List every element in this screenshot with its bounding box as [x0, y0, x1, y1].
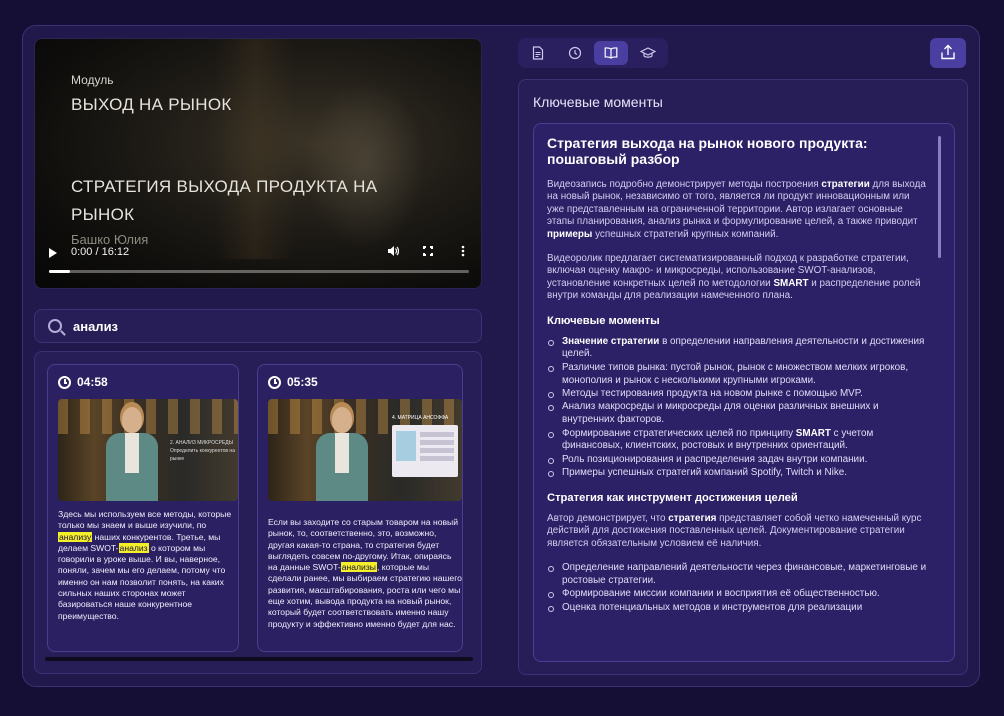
summary-paragraph: Автор демонстрирует, что стратегия предс… — [547, 513, 927, 550]
share-button[interactable] — [930, 38, 966, 68]
list-item: Методы тестирования продукта на новом ры… — [547, 388, 927, 401]
result-thumbnail[interactable]: 2. АНАЛИЗ МИКРОСРЕДЫ Определить конкурен… — [58, 399, 238, 501]
list-item-bold: Значение стратегии — [562, 335, 660, 347]
list-item-bold: SMART — [795, 427, 831, 439]
list-item: Примеры успешных стратегий компаний Spot… — [547, 467, 927, 480]
panel-title: Ключевые моменты — [533, 94, 663, 110]
summary-scrollbar[interactable] — [938, 136, 941, 258]
summary-heading: Стратегия выхода на рынок нового продукт… — [547, 135, 868, 167]
thumbnail-caption-title: 2. АНАЛИЗ МИКРОСРЕДЫ — [170, 440, 234, 446]
result-card[interactable]: 05:35 4. МАТРИЦА АНСОФФА Если вы заходит… — [257, 364, 463, 652]
video-progress-bar[interactable] — [49, 270, 469, 273]
transcript-text: Здесь мы используем все методы, которые … — [58, 509, 232, 531]
thumbnail-slide — [392, 425, 458, 477]
thumbnail-caption: 2. АНАЛИЗ МИКРОСРЕДЫ Определить конкурен… — [170, 439, 238, 463]
result-time-label: 05:35 — [287, 375, 318, 389]
list-item: Различие типов рынка: пустой рынок, рыно… — [547, 362, 927, 388]
search-highlight: анализ — [118, 542, 149, 553]
summary-body: Стратегия выхода на рынок нового продукт… — [547, 135, 927, 627]
graduation-cap-icon — [640, 47, 656, 58]
tab-document[interactable] — [522, 41, 556, 65]
document-icon — [532, 46, 544, 60]
result-timestamp[interactable]: 05:35 — [268, 375, 318, 389]
search-results: 04:58 2. АНАЛИЗ МИКРОСРЕДЫ Определить ко… — [34, 351, 482, 674]
result-timestamp[interactable]: 04:58 — [58, 375, 108, 389]
more-options-icon[interactable] — [461, 245, 465, 257]
play-icon[interactable] — [49, 248, 57, 258]
volume-icon[interactable] — [387, 245, 400, 260]
summary-content[interactable]: Стратегия выхода на рынок нового продукт… — [533, 123, 955, 662]
paragraph-bold: стратегия — [668, 512, 717, 524]
presenter-head — [122, 407, 142, 433]
paragraph-bold: SMART — [773, 277, 809, 289]
clock-icon — [58, 375, 71, 389]
search-input[interactable] — [73, 310, 473, 342]
strategy-points-list: Определение направлений деятельности чер… — [547, 562, 927, 614]
tab-learning[interactable] — [630, 41, 664, 65]
list-item: Определение направлений деятельности чер… — [547, 562, 927, 588]
video-lesson-title: СТРАТЕГИЯ ВЫХОДА ПРОДУКТА НА РЫНОК — [71, 177, 378, 224]
fullscreen-icon[interactable] — [422, 245, 434, 257]
result-transcript: Здесь мы используем все методы, которые … — [58, 509, 238, 622]
list-item: Формирование миссии компании и восприяти… — [547, 588, 927, 601]
transcript-text: о котором мы говорили в уроке выше. И вы… — [58, 542, 226, 621]
presenter-shirt — [335, 433, 349, 473]
paragraph-text: успешных стратегий крупных компаний. — [592, 228, 779, 240]
clock-icon — [268, 375, 281, 389]
share-icon — [941, 44, 955, 60]
result-time-label: 04:58 — [77, 375, 108, 389]
book-icon — [604, 47, 618, 59]
paragraph-text: Автор демонстрирует, что — [547, 512, 669, 524]
summary-paragraph: Видеоролик предлагает систематизированны… — [547, 253, 927, 303]
video-time: 0:00 / 16:12 — [71, 246, 130, 258]
tab-key-moments[interactable] — [594, 41, 628, 65]
search-icon — [48, 319, 62, 333]
paragraph-bold: стратегии — [821, 179, 870, 190]
presenter-figure — [106, 407, 158, 501]
section-heading: Стратегия как инструмент достижения целе… — [547, 491, 798, 504]
presenter-head — [332, 407, 352, 433]
history-icon — [568, 46, 582, 60]
list-item: Роль позиционирования и распределения за… — [547, 454, 927, 467]
tab-history[interactable] — [558, 41, 592, 65]
section-heading: Ключевые моменты — [547, 314, 660, 327]
transcript-search — [34, 309, 482, 343]
list-item: Значение стратегии в определении направл… — [547, 336, 927, 362]
result-card[interactable]: 04:58 2. АНАЛИЗ МИКРОСРЕДЫ Определить ко… — [47, 364, 239, 652]
search-highlight: анализы — [340, 562, 377, 573]
video-progress-fill — [49, 270, 70, 273]
list-item: Формирование стратегических целей по при… — [547, 428, 927, 454]
summary-paragraph: Видеозапись подробно демонстрирует метод… — [547, 179, 927, 241]
presenter-shirt — [125, 433, 139, 473]
thumbnail-caption-sub: Определить конкурентов на рынке — [170, 448, 235, 462]
video-module-label: Модуль — [71, 73, 114, 87]
paragraph-text: Видеозапись подробно демонстрирует метод… — [547, 179, 822, 190]
key-moments-panel: Ключевые моменты Стратегия выхода на рын… — [518, 79, 968, 675]
list-item-text: Формирование стратегических целей по при… — [562, 427, 796, 439]
thumbnail-caption: 4. МАТРИЦА АНСОФФА — [392, 415, 449, 421]
search-highlight: анализу — [58, 531, 93, 542]
key-points-list: Значение стратегии в определении направл… — [547, 336, 927, 480]
result-transcript: Если вы заходите со старым товаром на но… — [268, 517, 462, 630]
list-item: Оценка потенциальных методов и инструмен… — [547, 602, 927, 615]
list-item: Анализ макросреды и микросреды для оценк… — [547, 401, 927, 427]
paragraph-bold: примеры — [547, 228, 593, 240]
presenter-figure — [316, 407, 368, 501]
results-scrollbar[interactable] — [45, 657, 473, 661]
video-module-title: ВЫХОД НА РЫНОК — [71, 95, 232, 114]
video-controls: 0:00 / 16:12 — [35, 238, 481, 288]
view-tabs — [518, 38, 668, 68]
video-player[interactable]: Модуль ВЫХОД НА РЫНОК СТРАТЕГИЯ ВЫХОДА П… — [34, 38, 482, 289]
result-thumbnail[interactable]: 4. МАТРИЦА АНСОФФА — [268, 399, 462, 501]
